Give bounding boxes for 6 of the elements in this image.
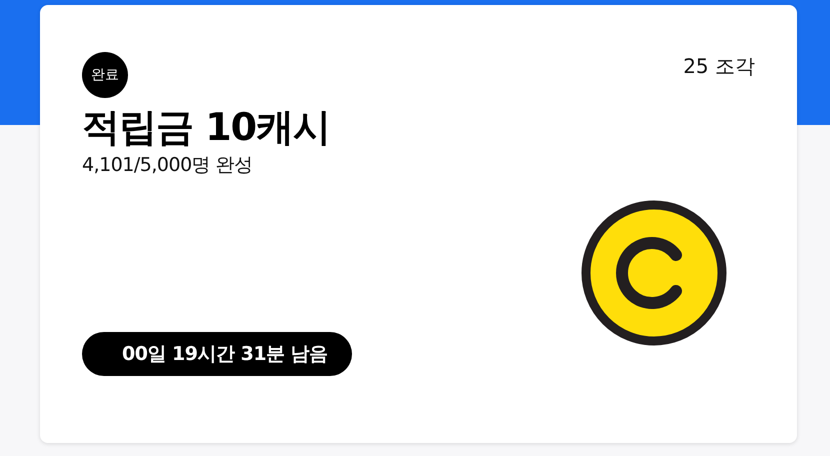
- coin-icon: [581, 200, 727, 346]
- reward-title: 적립금 10캐시: [82, 104, 332, 150]
- progress-text: 4,101/5,000명 완성: [82, 153, 254, 178]
- time-left-badge: 00일 19시간 31분 남음: [82, 332, 352, 376]
- pieces-count: 25 조각: [683, 53, 755, 80]
- status-badge: 완료: [82, 52, 128, 98]
